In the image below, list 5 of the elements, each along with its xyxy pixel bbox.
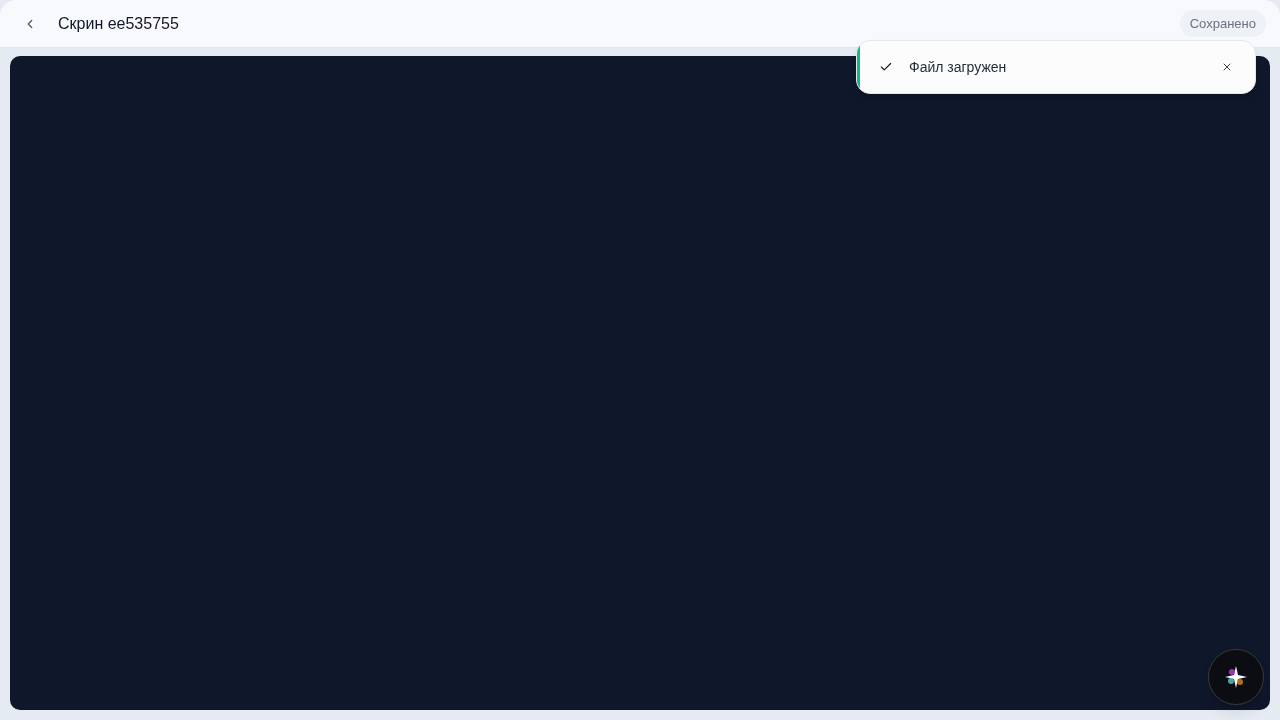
check-icon (879, 60, 893, 74)
saved-status: Сохранено (1179, 9, 1266, 38)
toast-message: Файл загружен (909, 57, 1007, 77)
close-button[interactable] (1221, 61, 1233, 73)
page-title: Скрин ee535755 (58, 13, 179, 34)
